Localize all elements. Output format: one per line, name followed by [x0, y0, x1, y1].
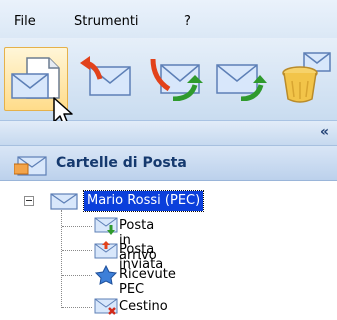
toolbar [0, 38, 337, 121]
trash-icon [94, 298, 118, 315]
folder-mail-icon [14, 156, 47, 176]
send-receive-icon [216, 64, 267, 101]
menu-tools[interactable]: Strumenti [74, 14, 139, 29]
send-receive-button[interactable] [207, 47, 271, 111]
tree-connector [62, 275, 92, 276]
tree-connector [61, 210, 62, 308]
new-mail-icon [11, 57, 60, 99]
tree-connector [62, 250, 92, 251]
sent-icon [94, 241, 118, 259]
tree-connector [62, 307, 92, 308]
tree-collapse-toggle[interactable] [24, 196, 34, 206]
tree-item-label: Cestino [119, 299, 168, 314]
forward-mail-icon [150, 58, 203, 101]
menu-file[interactable]: File [14, 14, 36, 29]
reply-mail-icon [80, 56, 131, 96]
navigation-pane-strip: « [0, 121, 337, 146]
menu-help[interactable]: ? [184, 14, 191, 29]
forward-button[interactable] [143, 47, 207, 111]
receipt-star-icon [94, 265, 118, 285]
tree-root-account[interactable]: Mario Rossi (PEC) [82, 190, 205, 212]
tree-item-label: Ricevute PEC [119, 267, 176, 297]
tree-connector [62, 226, 92, 227]
menu-bar: File Strumenti ? [0, 0, 337, 38]
mail-folders-header: Cartelle di Posta [0, 146, 337, 181]
reply-button[interactable] [74, 47, 138, 111]
inbox-icon [94, 217, 118, 235]
collapse-button[interactable]: « [320, 124, 329, 140]
account-mail-icon [50, 193, 78, 210]
panel-title: Cartelle di Posta [56, 155, 187, 171]
delete-mail-icon [282, 52, 331, 103]
delete-button[interactable] [276, 47, 337, 111]
